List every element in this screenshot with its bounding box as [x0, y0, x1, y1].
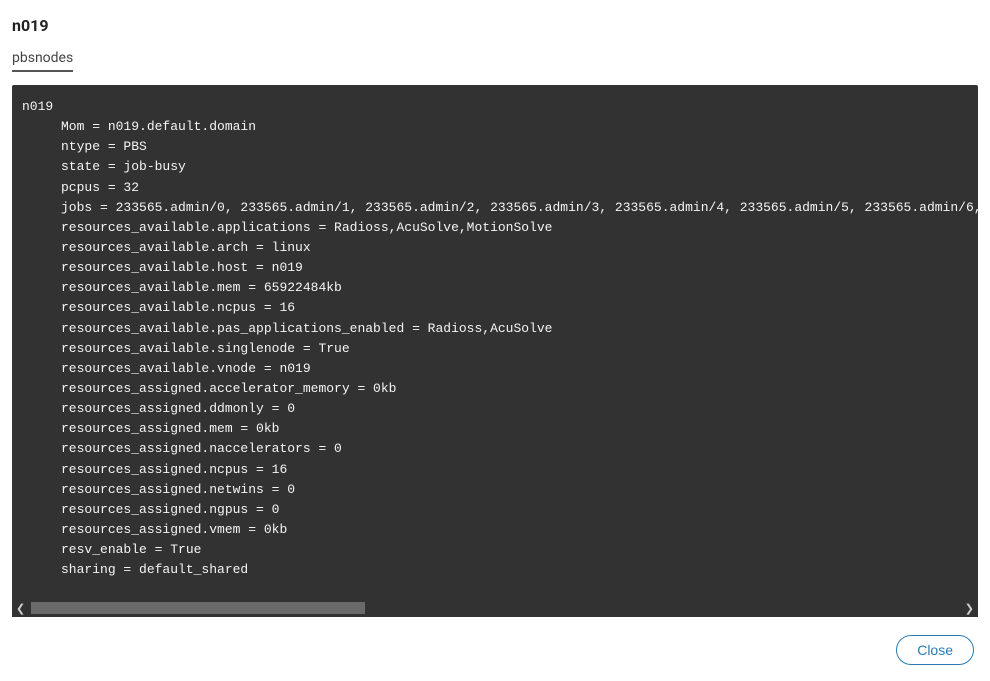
terminal-panel: n019 Mom = n019.default.domain ntype = P… [12, 85, 978, 617]
horizontal-scrollbar[interactable]: ❮ ❯ [12, 601, 978, 617]
dialog-footer: Close [12, 635, 978, 665]
tab-pbsnodes[interactable]: pbsnodes [12, 48, 73, 72]
scroll-thumb[interactable] [31, 602, 365, 614]
scroll-left-icon[interactable]: ❮ [16, 602, 25, 615]
close-button[interactable]: Close [896, 635, 974, 665]
scroll-track[interactable] [31, 602, 959, 614]
scroll-right-icon[interactable]: ❯ [965, 602, 974, 615]
page-title: n019 [12, 16, 978, 35]
tab-row: pbsnodes [12, 47, 978, 72]
terminal-output: n019 Mom = n019.default.domain ntype = P… [12, 85, 978, 588]
